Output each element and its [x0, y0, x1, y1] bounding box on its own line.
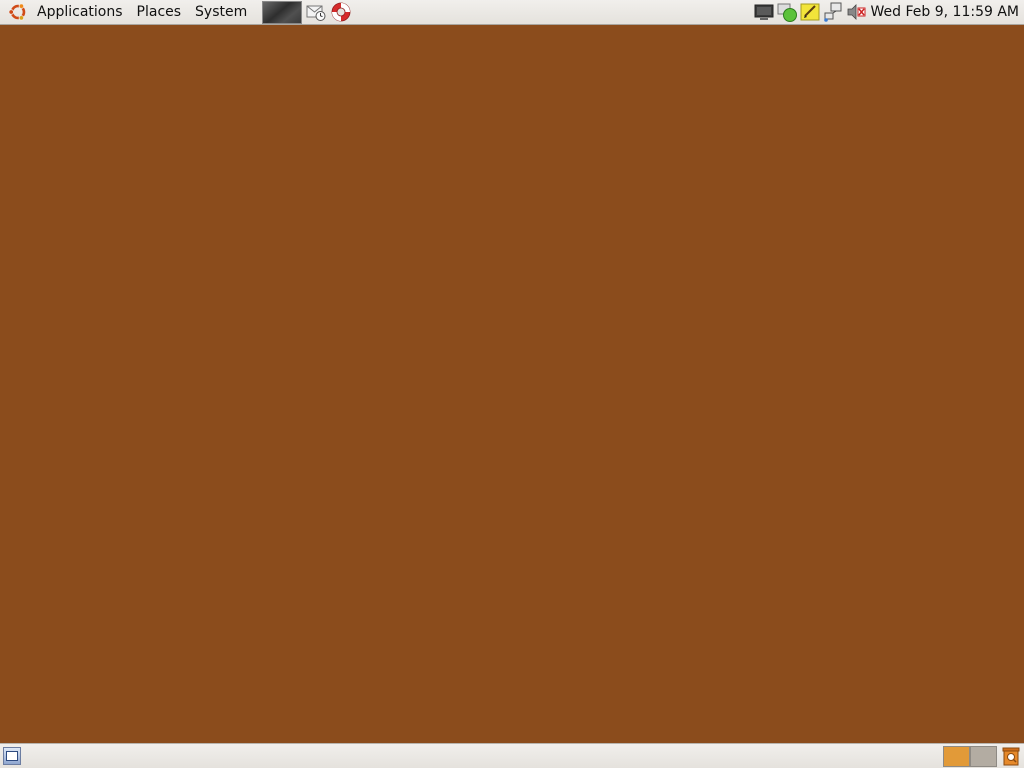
monitor-icon[interactable]	[753, 1, 775, 23]
clock[interactable]: Wed Feb 9, 11:59 AM	[871, 0, 1019, 24]
volume-muted-icon[interactable]	[845, 1, 867, 23]
ubuntu-logo-icon[interactable]	[6, 0, 30, 24]
show-desktop-icon[interactable]	[3, 747, 21, 765]
menu-system[interactable]: System	[188, 0, 254, 24]
window-preview-thumbnail[interactable]	[262, 0, 303, 24]
workspace-1[interactable]	[943, 745, 970, 767]
menu-places[interactable]: Places	[130, 0, 189, 24]
trash-icon[interactable]	[1000, 745, 1022, 767]
workspace-2[interactable]	[970, 745, 997, 767]
notes-pencil-icon[interactable]	[799, 1, 821, 23]
bottom-panel	[0, 743, 1024, 768]
network-manager-icon[interactable]	[822, 1, 844, 23]
menu-applications[interactable]: Applications	[30, 0, 130, 24]
workspace-switcher	[943, 745, 997, 767]
help-lifebuoy-icon[interactable]	[330, 1, 352, 23]
top-panel: Applications Places System Wed Feb 9, 11…	[0, 0, 1024, 25]
mail-icon[interactable]	[305, 1, 327, 23]
network-status-icon[interactable]	[776, 1, 798, 23]
desktop-background[interactable]	[0, 25, 1024, 743]
show-desktop-window-glyph	[6, 751, 18, 761]
system-tray: Wed Feb 9, 11:59 AM	[752, 0, 1024, 25]
